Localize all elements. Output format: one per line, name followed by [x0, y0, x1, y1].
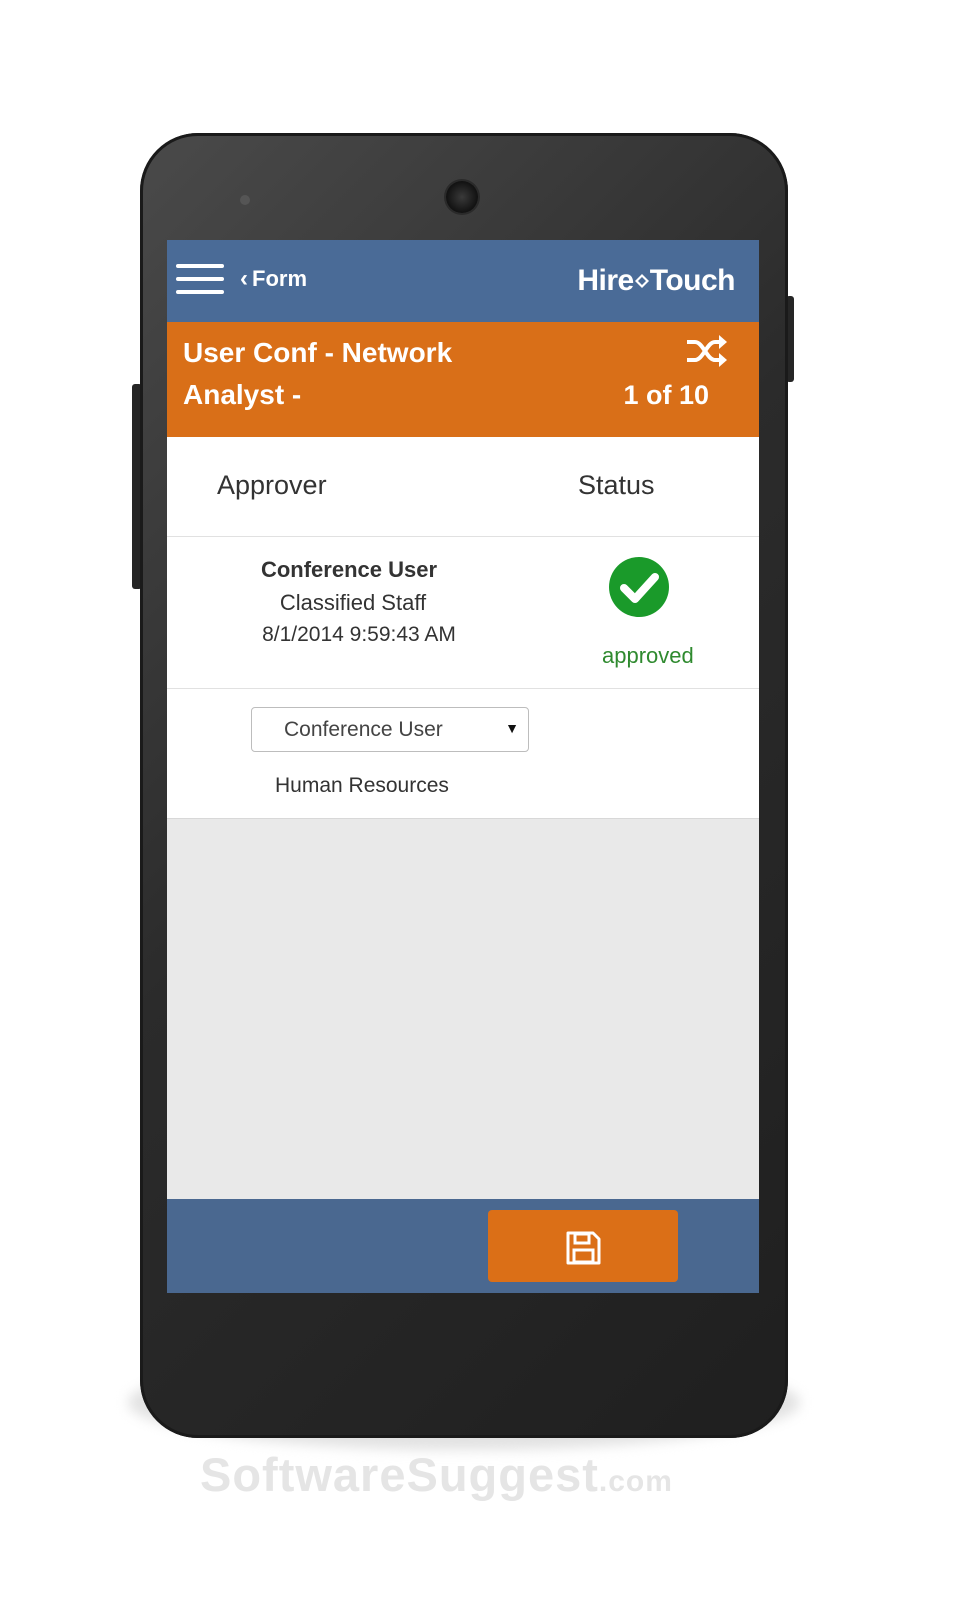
approval-timestamp: 8/1/2014 9:59:43 AM — [262, 623, 456, 646]
floppy-disk-icon — [566, 1231, 601, 1265]
phone-earpiece — [446, 181, 478, 213]
table-header: Approver Status — [167, 437, 759, 537]
app-screen: ‹ Form Hire Touch User Conf - Network An… — [167, 240, 759, 1293]
caret-down-icon: ▼ — [505, 720, 519, 736]
back-to-form-link[interactable]: ‹ Form — [240, 266, 307, 292]
status-badge: approved — [602, 643, 694, 668]
table-row: Conference User Classified Staff 8/1/201… — [167, 537, 759, 689]
hiretouch-logo: Hire Touch — [577, 264, 735, 298]
approver-department: Human Resources — [275, 774, 449, 797]
save-button[interactable] — [488, 1210, 678, 1282]
approver-name: Conference User — [260, 557, 438, 582]
hamburger-icon[interactable] — [176, 264, 224, 296]
table-row: Conference User ▼ Human Resources — [167, 689, 759, 819]
logo-text-touch: Touch — [649, 264, 736, 297]
logo-diamond-icon — [634, 274, 649, 288]
chevron-left-icon: ‹ — [240, 265, 248, 292]
logo-text-hire: Hire — [577, 264, 634, 297]
softwaresuggest-watermark: SoftwareSuggest.com — [200, 1448, 673, 1501]
check-circle-icon — [609, 557, 669, 617]
bottom-action-bar — [167, 1199, 759, 1293]
top-nav-bar: ‹ Form Hire Touch — [167, 240, 759, 322]
column-header-approver: Approver — [217, 470, 327, 500]
form-title-bar: User Conf - Network Analyst - 1 of 10 — [167, 322, 759, 437]
column-header-status: Status — [578, 470, 655, 500]
phone-sensor — [240, 195, 250, 205]
record-counter: 1 of 10 — [623, 380, 709, 410]
shuffle-icon[interactable] — [685, 334, 727, 368]
form-title: User Conf - Network Analyst - — [183, 337, 453, 410]
approver-select-value: Conference User — [284, 718, 443, 741]
back-link-label: Form — [252, 266, 307, 291]
approver-role: Classified Staff — [279, 590, 427, 615]
approvals-panel: Approver Status Conference User Classifi… — [167, 437, 759, 819]
approver-select[interactable]: Conference User ▼ — [251, 707, 529, 752]
